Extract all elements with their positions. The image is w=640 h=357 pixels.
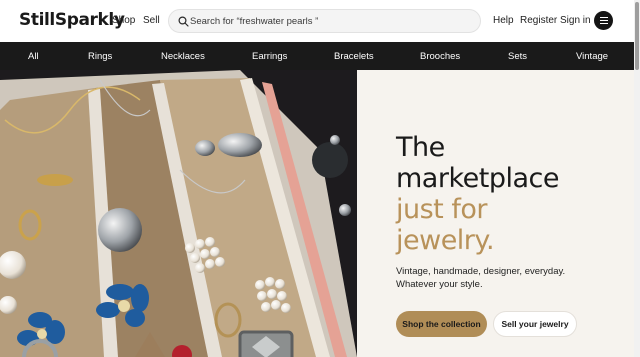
category-sets[interactable]: Sets bbox=[508, 51, 527, 62]
category-necklaces[interactable]: Necklaces bbox=[161, 51, 205, 62]
register-link[interactable]: Register bbox=[520, 15, 557, 26]
sell-jewelry-button[interactable]: Sell your jewelry bbox=[493, 311, 577, 337]
help-link[interactable]: Help bbox=[493, 15, 514, 26]
hero-subtitle-line-1: Vintage, handmade, designer, everyday. bbox=[396, 266, 566, 277]
hero-jewelry-image bbox=[0, 70, 357, 357]
hero-headline-line-4: jewelry. bbox=[396, 225, 495, 256]
hero-subtitle-line-2: Whatever your style. bbox=[396, 279, 483, 290]
logo[interactable]: StillSparkly bbox=[19, 10, 125, 30]
category-brooches[interactable]: Brooches bbox=[420, 51, 460, 62]
site-header: StillSparkly Shop Sell Help Register Sig… bbox=[0, 0, 634, 42]
search-input[interactable] bbox=[190, 14, 470, 29]
sign-in-link[interactable]: Sign in bbox=[560, 15, 591, 26]
shop-collection-button[interactable]: Shop the collection bbox=[396, 311, 487, 337]
category-all[interactable]: All bbox=[28, 51, 39, 62]
hero-headline-line-3: just for bbox=[396, 194, 487, 225]
hero-panel: The marketplace just for jewelry. Vintag… bbox=[357, 70, 634, 357]
category-vintage[interactable]: Vintage bbox=[576, 51, 608, 62]
category-rings[interactable]: Rings bbox=[88, 51, 112, 62]
search-bar[interactable] bbox=[168, 9, 481, 33]
hero-headline-line-1: The bbox=[396, 132, 445, 163]
search-icon bbox=[178, 16, 189, 27]
page-scrollbar[interactable] bbox=[634, 0, 640, 357]
category-earrings[interactable]: Earrings bbox=[252, 51, 287, 62]
hero-headline-line-2: marketplace bbox=[396, 163, 559, 194]
category-bracelets[interactable]: Bracelets bbox=[334, 51, 374, 62]
category-bar: All Rings Necklaces Earrings Bracelets B… bbox=[0, 42, 634, 70]
scrollbar-thumb[interactable] bbox=[635, 2, 639, 70]
nav-sell-link[interactable]: Sell bbox=[143, 15, 160, 26]
nav-shop-link[interactable]: Shop bbox=[112, 15, 135, 26]
menu-icon[interactable] bbox=[594, 11, 613, 30]
